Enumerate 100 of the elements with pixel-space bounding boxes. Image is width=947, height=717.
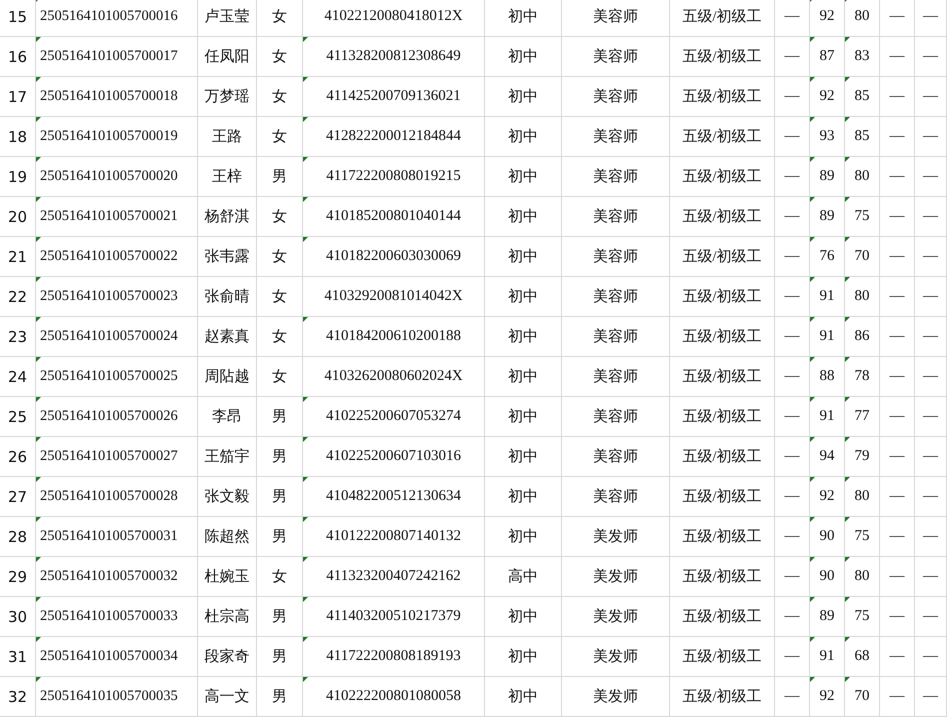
cell-text: 五级/初级工 [682,688,762,706]
cell-text: 五级/初级工 [682,448,762,466]
cell-text: 88 [820,368,834,385]
cell-text: 75 [854,528,870,545]
cell-text: — [784,408,800,425]
cell-text: 411722200808019215 [326,168,461,185]
cell-text: — [784,128,800,145]
cell-text: — [923,128,938,145]
cell-text: — [784,328,800,345]
row-number: 18 [8,128,28,146]
row-number: 27 [8,488,28,506]
cell-text: 美发师 [593,567,638,586]
cell-text: 2505164101005700021 [40,208,178,225]
cell-text: 41032920081014042X [324,288,463,305]
cell-text: 79 [854,448,870,465]
cell-text: 初中 [508,448,538,466]
cell-text: 五级/初级工 [682,8,762,26]
cell-text: 2505164101005700019 [40,128,178,145]
cell-text: — [784,688,800,705]
cell-text: — [890,368,904,385]
cell-text: 美发师 [593,607,638,626]
cell-text: 段家奇 [204,647,250,666]
cell-text: 五级/初级工 [682,248,762,266]
cell-text: 初中 [508,648,538,666]
cell-text: 周阽越 [204,368,250,386]
cell-text: 90 [820,528,834,545]
cell-text: 张韦露 [204,248,250,266]
cell-text: 初中 [508,248,538,266]
cell-text: 五级/初级工 [682,48,762,66]
cell-text: — [890,528,904,545]
cell-text: 初中 [508,288,538,306]
cell-text: 初中 [508,608,538,626]
cell-text: — [890,608,904,625]
cell-text: 美容师 [593,127,638,146]
row-number: 19 [8,168,28,186]
cell-text: 80 [854,488,870,505]
cell-text: — [890,328,904,345]
cell-text: 美容师 [593,7,638,26]
cell-text: 75 [854,208,870,225]
cell-text: 美容师 [593,407,638,426]
cell-text: 女 [272,128,287,146]
cell-text: 89 [820,208,834,225]
cell-text: — [923,528,938,545]
cell-text: 80 [854,8,870,25]
cell-text: 2505164101005700033 [40,608,178,625]
cell-text: 杨舒淇 [204,208,250,226]
cell-text: — [923,8,938,25]
cell-text: — [923,88,938,105]
cell-text: 94 [820,448,834,465]
cell-text: 王笳宇 [204,447,250,466]
cell-text: 李昂 [212,408,242,426]
cell-text: 2505164101005700027 [40,448,178,465]
cell-text: 美容师 [593,167,638,186]
cell-text: 陈超然 [204,528,250,546]
cell-text: — [784,288,800,305]
cell-text: 美容师 [593,367,638,386]
cell-text: — [784,48,800,65]
cell-text: 五级/初级工 [682,168,762,186]
cell-text: 五级/初级工 [682,608,762,626]
cell-text: 70 [854,688,870,705]
cell-text: 美容师 [593,87,638,106]
cell-text: — [784,168,800,185]
cell-text: — [923,688,938,705]
cell-text: 初中 [508,8,538,26]
cell-text: — [923,248,938,265]
cell-text: 92 [820,688,834,705]
cell-text: — [784,488,800,505]
cell-text: 2505164101005700016 [40,8,178,25]
row-number: 30 [8,608,28,626]
row-number: 23 [8,328,28,346]
cell-text: 美容师 [593,327,638,346]
cell-text: 卢玉莹 [204,8,250,26]
cell-text: — [890,128,904,145]
cell-text: 410482200512130634 [326,488,461,505]
cell-text: 41032620080602024X [324,368,463,385]
row-number: 32 [8,688,28,706]
row-number: 15 [8,8,28,26]
cell-text: — [890,168,904,185]
cell-text: 85 [854,88,870,105]
cell-text: 91 [820,408,834,425]
cell-text: 2505164101005700024 [40,328,178,345]
cell-text: 男 [272,688,287,706]
cell-text: — [784,8,800,25]
cell-text: — [923,408,938,425]
row-number: 16 [8,48,28,66]
cell-text: 五级/初级工 [682,528,762,546]
cell-text: 411403200510217379 [326,608,461,625]
cell-text: — [923,488,938,505]
cell-text: 美容师 [593,487,638,506]
cell-text: 410184200610200188 [326,328,461,345]
cell-text: 80 [854,168,870,185]
cell-text: 410222200801080058 [326,688,461,705]
cell-text: 五级/初级工 [682,568,762,586]
cell-text: — [923,568,938,585]
cell-text: 五级/初级工 [682,328,762,346]
cell-text: — [890,488,904,505]
cell-text: — [890,408,904,425]
cell-text: 男 [272,408,287,426]
cell-text: — [784,648,800,665]
cell-text: 2505164101005700026 [40,408,178,425]
